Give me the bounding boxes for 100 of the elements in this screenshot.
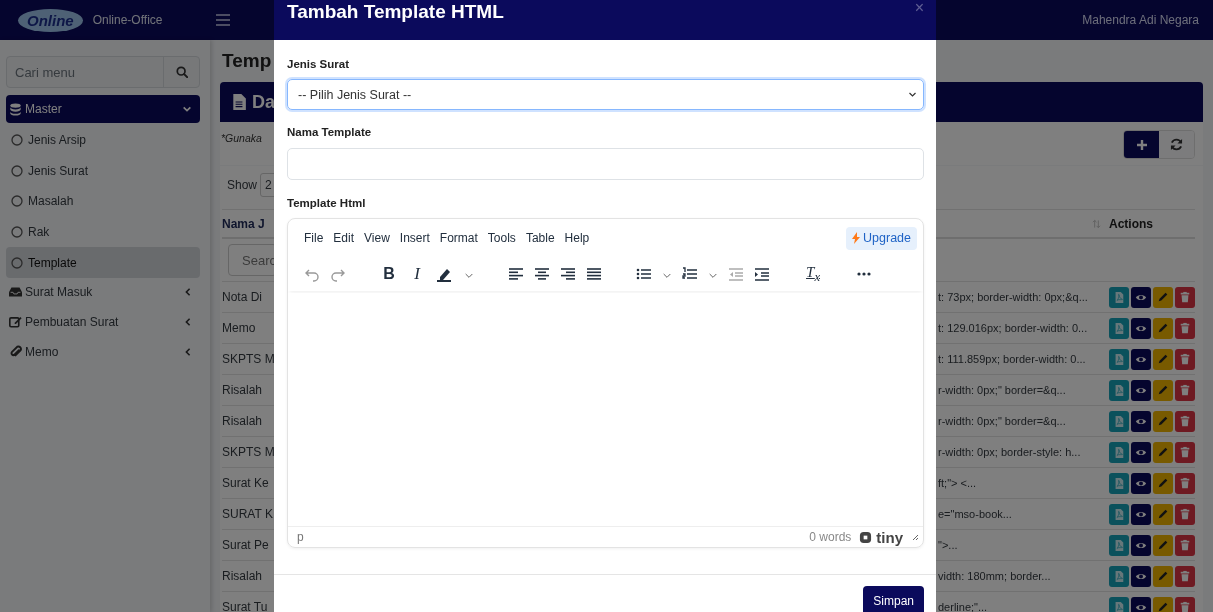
view-button[interactable] [1131, 596, 1151, 612]
menu-group[interactable]: Memo [6, 337, 200, 366]
menu-item[interactable]: View [360, 228, 394, 248]
select-field[interactable]: -- Pilih Jenis Surat -- [287, 79, 924, 110]
element-path[interactable]: p [297, 530, 304, 544]
delete-button[interactable] [1175, 286, 1195, 308]
edit-button[interactable] [1153, 565, 1173, 587]
pencil-icon [1157, 507, 1169, 521]
bold-button[interactable]: B [380, 265, 398, 283]
table-cell: t: 73px; border-width: 0px;&q... [938, 291, 1088, 303]
trash-icon [1179, 352, 1191, 366]
pdf-button[interactable] [1109, 503, 1129, 525]
menu-item[interactable]: Insert [395, 228, 434, 248]
view-button[interactable] [1131, 441, 1151, 463]
edit-button[interactable] [1153, 317, 1173, 339]
word-count[interactable]: 0 words [809, 530, 852, 544]
delete-button[interactable] [1175, 596, 1195, 612]
pdf-button[interactable] [1109, 348, 1129, 370]
trash-icon [1179, 538, 1191, 552]
trash-icon [1179, 321, 1191, 335]
clear-format-button[interactable]: T$_{x}$ [804, 263, 822, 285]
delete-button[interactable] [1175, 410, 1195, 432]
pdf-button[interactable] [1109, 534, 1129, 556]
pencil-icon [1157, 383, 1169, 397]
menu-item[interactable]: Tools [483, 228, 520, 248]
view-button[interactable] [1131, 379, 1151, 401]
view-button[interactable] [1131, 534, 1151, 556]
align-center-icon[interactable] [534, 266, 550, 282]
menu-item[interactable]: Template [6, 247, 200, 278]
menu-item[interactable]: Jenis Surat [6, 155, 200, 187]
search-field[interactable]: Cari menu [6, 56, 200, 88]
pencil-icon [1157, 290, 1169, 304]
italic-button[interactable]: I [408, 264, 426, 284]
delete-button[interactable] [1175, 317, 1195, 339]
user-name[interactable]: Mahendra Adi Negara [1082, 13, 1199, 27]
menu-group[interactable]: Pembuatan Surat [6, 307, 200, 336]
view-button[interactable] [1131, 286, 1151, 308]
menu-group[interactable]: Master [6, 95, 200, 123]
pdf-button[interactable] [1109, 410, 1129, 432]
close-button[interactable]: × [914, 1, 924, 15]
edit-button[interactable] [1153, 503, 1173, 525]
menu-item[interactable]: Edit [329, 228, 359, 248]
pdf-button[interactable] [1109, 379, 1129, 401]
pdf-button[interactable] [1109, 472, 1129, 494]
delete-button[interactable] [1175, 565, 1195, 587]
view-button[interactable] [1131, 317, 1151, 339]
edit-button[interactable] [1153, 379, 1173, 401]
delete-button[interactable] [1175, 348, 1195, 370]
plus-icon [1135, 138, 1148, 151]
save-button[interactable]: Simpan [863, 586, 924, 612]
upgrade-button[interactable]: Upgrade [846, 226, 917, 250]
brand-name[interactable]: tiny [876, 528, 903, 546]
menu-item[interactable]: File [300, 228, 328, 248]
add-button[interactable] [1124, 131, 1159, 158]
pdf-button[interactable] [1109, 565, 1129, 587]
pdf-button[interactable] [1109, 596, 1129, 612]
pdf-button[interactable] [1109, 441, 1129, 463]
card-title: Da [252, 91, 275, 113]
pdf-button[interactable] [1109, 317, 1129, 339]
menu-group[interactable]: Surat Masuk [6, 277, 200, 306]
table-cell: t: 129.016px; border-width: 0... [938, 322, 1088, 334]
menu-item[interactable]: Help [560, 228, 594, 248]
document-icon [1113, 538, 1125, 552]
edit-button[interactable] [1153, 441, 1173, 463]
menu-icon[interactable] [216, 14, 230, 26]
trash-icon [1179, 414, 1191, 428]
justify-icon[interactable] [586, 266, 602, 282]
edit-button[interactable] [1153, 472, 1173, 494]
edit-button[interactable] [1153, 534, 1173, 556]
edit-button[interactable] [1153, 596, 1173, 612]
edit-button[interactable] [1153, 286, 1173, 308]
menu-item[interactable]: Rak [6, 216, 200, 248]
delete-button[interactable] [1175, 472, 1195, 494]
pencil-icon [1157, 352, 1169, 366]
highlighter-icon[interactable] [436, 266, 454, 282]
view-button[interactable] [1131, 503, 1151, 525]
pdf-button[interactable] [1109, 286, 1129, 308]
align-right-icon[interactable] [560, 266, 576, 282]
delete-button[interactable] [1175, 503, 1195, 525]
delete-button[interactable] [1175, 534, 1195, 556]
indent-icon[interactable] [754, 266, 770, 282]
column-header[interactable]: Nama J [222, 216, 265, 231]
text-field[interactable] [287, 148, 924, 180]
paperclip-icon [9, 345, 22, 359]
edit-button[interactable] [1153, 348, 1173, 370]
menu-item[interactable]: Table [521, 228, 559, 248]
numbered-list-icon[interactable] [682, 266, 698, 282]
delete-button[interactable] [1175, 379, 1195, 401]
align-left-icon[interactable] [508, 266, 524, 282]
delete-button[interactable] [1175, 441, 1195, 463]
menu-item[interactable]: Masalah [6, 186, 200, 217]
edit-button[interactable] [1153, 410, 1173, 432]
view-button[interactable] [1131, 348, 1151, 370]
menu-item[interactable]: Jenis Arsip [6, 125, 200, 156]
menu-item[interactable]: Format [435, 228, 482, 248]
view-button[interactable] [1131, 472, 1151, 494]
view-button[interactable] [1131, 410, 1151, 432]
resize-handle-icon[interactable] [911, 533, 919, 541]
bullet-list-icon[interactable] [636, 266, 652, 282]
view-button[interactable] [1131, 565, 1151, 587]
